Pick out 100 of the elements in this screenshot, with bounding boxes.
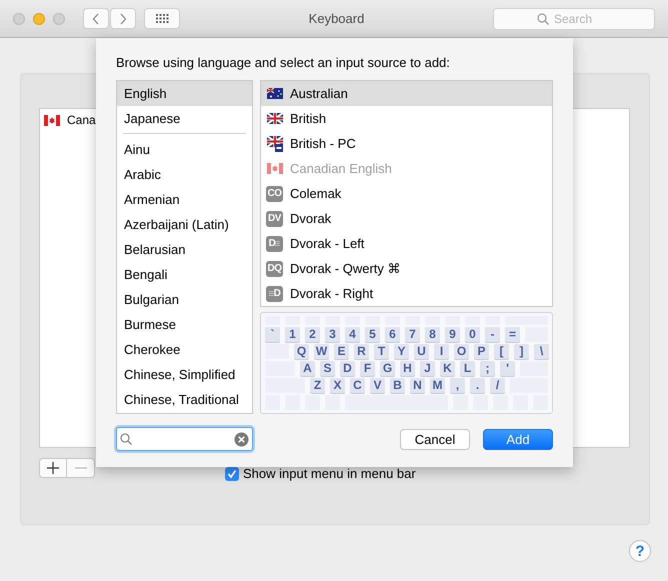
keyboard-key: [ bbox=[494, 344, 509, 359]
keyboard-key: = bbox=[505, 327, 520, 342]
checkbox[interactable] bbox=[225, 466, 239, 480]
keyboard-key: P bbox=[474, 344, 489, 359]
blank-key bbox=[305, 395, 320, 410]
blank-key bbox=[265, 344, 289, 359]
language-item[interactable]: Bulgarian bbox=[117, 287, 252, 312]
keyboard-key: D bbox=[340, 361, 355, 376]
keyboard-key: W bbox=[314, 344, 329, 359]
flag-icon bbox=[44, 114, 60, 126]
keyboard-key: A bbox=[300, 361, 315, 376]
keyboard-key: Q bbox=[294, 344, 309, 359]
keyboard-key: R bbox=[354, 344, 369, 359]
keyboard-key: B bbox=[390, 378, 405, 393]
language-item[interactable]: Bengali bbox=[117, 262, 252, 287]
cancel-button[interactable]: Cancel bbox=[400, 428, 470, 450]
layout-badge: DQ bbox=[266, 260, 283, 276]
plus-icon bbox=[47, 462, 59, 474]
keyboard-key: S bbox=[320, 361, 335, 376]
input-source-name: Cana bbox=[67, 113, 96, 127]
flag-icon bbox=[266, 136, 282, 152]
input-source-item[interactable]: British bbox=[261, 106, 552, 131]
keyboard-key: 9 bbox=[445, 327, 460, 342]
flag-icon bbox=[266, 113, 282, 124]
input-source-name: Dvorak - Right bbox=[290, 286, 374, 301]
language-item[interactable]: English bbox=[117, 81, 252, 106]
keyboard-key: N bbox=[410, 378, 425, 393]
flag-icon bbox=[266, 88, 282, 99]
input-source-item[interactable]: British - PC bbox=[261, 131, 552, 156]
blank-key bbox=[265, 361, 295, 376]
close-button[interactable] bbox=[13, 12, 25, 24]
keyboard-key: I bbox=[434, 344, 449, 359]
back-button[interactable] bbox=[83, 8, 109, 29]
keyboard-key: , bbox=[450, 378, 465, 393]
keyboard-key: \ bbox=[534, 344, 549, 359]
language-item[interactable]: Arabic bbox=[117, 162, 252, 187]
input-source-item[interactable]: D Dvorak - Right bbox=[261, 281, 552, 306]
clear-icon bbox=[234, 432, 249, 446]
blank-key bbox=[473, 395, 488, 410]
chevron-left-icon bbox=[92, 12, 100, 24]
input-source-name: Dvorak - Qwerty ⌘ bbox=[290, 261, 401, 276]
input-source-name: British bbox=[290, 111, 326, 126]
input-source-item[interactable]: DV Dvorak bbox=[261, 206, 552, 231]
keyboard-key: L bbox=[460, 361, 475, 376]
language-item[interactable]: Chinese, Traditional bbox=[117, 387, 252, 412]
add-button[interactable]: Add bbox=[483, 428, 553, 450]
keyboard-key: X bbox=[330, 378, 345, 393]
language-item[interactable]: Ainu bbox=[117, 137, 252, 162]
keyboard-key: / bbox=[490, 378, 505, 393]
chevron-right-icon bbox=[119, 12, 127, 24]
forward-button[interactable] bbox=[110, 8, 136, 29]
keyboard-key: 2 bbox=[305, 327, 320, 342]
input-source-item[interactable]: Australian bbox=[261, 81, 552, 106]
keyboard-key: O bbox=[454, 344, 469, 359]
input-source-item[interactable]: D Dvorak - Left bbox=[261, 231, 552, 256]
keyboard-key: . bbox=[470, 378, 485, 393]
input-source-item[interactable]: DQ Dvorak - Qwerty ⌘ bbox=[261, 256, 552, 281]
keyboard-key: 1 bbox=[285, 327, 300, 342]
keyboard-key: ` bbox=[265, 327, 280, 342]
add-button[interactable] bbox=[39, 458, 67, 478]
search-field[interactable] bbox=[116, 427, 253, 451]
layout-badge: CO bbox=[266, 186, 283, 202]
blank-key bbox=[520, 361, 548, 376]
keyboard-key: G bbox=[380, 361, 395, 376]
checkbox-label: Show input menu in menu bar bbox=[243, 466, 416, 481]
search-icon bbox=[120, 433, 132, 445]
input-source-name: Dvorak bbox=[290, 211, 332, 226]
layout-badge: D bbox=[266, 286, 283, 302]
blank-key bbox=[510, 378, 548, 393]
input-source-name: Canadian English bbox=[290, 161, 392, 176]
keyboard-key: - bbox=[485, 327, 500, 342]
search-field[interactable]: Search bbox=[493, 8, 655, 30]
keyboard-key: 6 bbox=[385, 327, 400, 342]
language-item[interactable]: Belarusian bbox=[117, 237, 252, 262]
keyboard-key: Z bbox=[310, 378, 325, 393]
language-item[interactable]: Chinese, Simplified bbox=[117, 362, 252, 387]
keyboard-key: 8 bbox=[425, 327, 440, 342]
language-item[interactable]: Burmese bbox=[117, 312, 252, 337]
blank-key bbox=[493, 395, 508, 410]
zoom-button[interactable] bbox=[53, 12, 65, 24]
keyboard-key: 7 bbox=[405, 327, 420, 342]
keyboard-key: 5 bbox=[365, 327, 380, 342]
keyboard-key: 4 bbox=[345, 327, 360, 342]
show-all-button[interactable] bbox=[144, 8, 180, 29]
search-icon bbox=[537, 12, 549, 24]
keyboard-key: U bbox=[414, 344, 429, 359]
keyboard-key: V bbox=[370, 378, 385, 393]
keyboard-key: Y bbox=[394, 344, 409, 359]
help-button[interactable]: ? bbox=[629, 540, 651, 562]
keyboard-key: H bbox=[400, 361, 415, 376]
minimize-button[interactable] bbox=[33, 12, 45, 24]
layout-badge: DV bbox=[266, 210, 283, 226]
language-item[interactable]: Armenian bbox=[117, 187, 252, 212]
keyboard-key: 3 bbox=[325, 327, 340, 342]
input-source-item[interactable]: CO Colemak bbox=[261, 181, 552, 206]
input-source-name: Australian bbox=[290, 86, 348, 101]
language-item[interactable]: Cherokee bbox=[117, 337, 252, 362]
language-item[interactable]: Azerbaijani (Latin) bbox=[117, 212, 252, 237]
language-item[interactable]: Japanese bbox=[117, 106, 252, 131]
window-title: Keyboard bbox=[308, 11, 366, 26]
